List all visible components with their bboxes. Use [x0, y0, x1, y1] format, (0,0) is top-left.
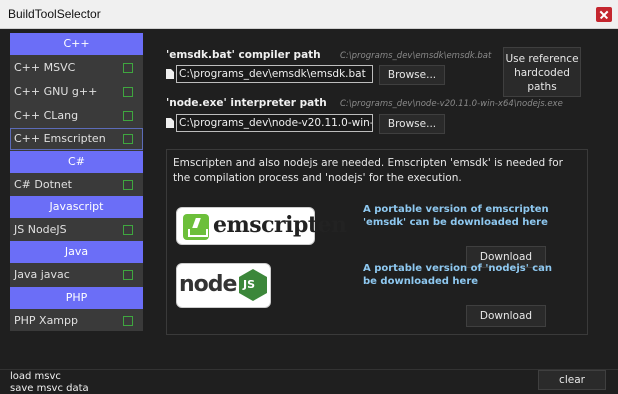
- sidebar-item-php-xampp[interactable]: PHP Xampp: [10, 310, 143, 332]
- reference-button-line: paths: [527, 81, 557, 93]
- sidebar-item-cpp-msvc[interactable]: C++ MSVC: [10, 57, 143, 79]
- nodejs-logo-text: node: [179, 272, 237, 297]
- sidebar-header-php[interactable]: PHP: [10, 287, 143, 309]
- checkbox[interactable]: [123, 63, 133, 73]
- sidebar-item-label: C++ MSVC: [14, 61, 76, 74]
- sidebar-item-csharp-dotnet[interactable]: C# Dotnet: [10, 174, 143, 196]
- sidebar-item-cpp-clang[interactable]: C++ CLang: [10, 105, 143, 127]
- log-area: load msvc save msvc data clear: [0, 369, 618, 394]
- sidebar-header-javascript[interactable]: Javascript: [10, 196, 143, 218]
- checkbox[interactable]: [123, 316, 133, 326]
- js-hexagon-icon: JS: [239, 269, 267, 301]
- file-icon: [166, 118, 174, 128]
- checkbox[interactable]: [123, 225, 133, 235]
- checkbox[interactable]: [123, 134, 133, 144]
- sidebar: C++ C++ MSVC C++ GNU g++ C++ CLang C++ E…: [10, 33, 143, 331]
- emscripten-download-text: A portable version of emscripten 'emsdk'…: [363, 204, 549, 228]
- sidebar-header-java[interactable]: Java: [10, 241, 143, 263]
- sidebar-item-label: Java javac: [14, 268, 70, 281]
- clear-button[interactable]: clear: [538, 370, 606, 390]
- use-reference-paths-button[interactable]: Use reference hardcoded paths: [503, 47, 581, 97]
- title-bar: BuildToolSelector: [0, 0, 618, 29]
- checkbox[interactable]: [123, 270, 133, 280]
- main-area: C++ C++ MSVC C++ GNU g++ C++ CLang C++ E…: [0, 29, 618, 369]
- log-line: save msvc data: [10, 383, 89, 394]
- checkbox[interactable]: [123, 111, 133, 121]
- sidebar-item-label: C# Dotnet: [14, 178, 72, 191]
- emscripten-logo-text: emscripten: [213, 212, 347, 238]
- info-text: Emscripten and also nodejs are needed. E…: [173, 157, 563, 184]
- sidebar-item-label: C++ GNU g++: [14, 85, 98, 98]
- js-badge-text: JS: [243, 278, 256, 291]
- reference-button-line: hardcoded: [514, 67, 570, 79]
- reference-button-line: Use reference: [505, 53, 579, 65]
- nodejs-download-text: A portable version of 'nodejs' can be do…: [363, 263, 553, 287]
- interpreter-path-label: 'node.exe' interpreter path: [166, 97, 327, 109]
- sidebar-header-cpp[interactable]: C++: [10, 33, 143, 55]
- interpreter-path-hint: C:\programs_dev\node-v20.11.0-win-x64\no…: [340, 99, 563, 109]
- sidebar-item-label: C++ Emscripten: [14, 132, 106, 145]
- interpreter-path-input[interactable]: C:\programs_dev\node-v20.11.0-win-x64\no…: [176, 114, 373, 132]
- emscripten-icon: [183, 214, 209, 240]
- emscripten-logo: emscripten: [176, 207, 347, 245]
- log-line: load msvc: [10, 371, 61, 382]
- nodejs-download-button[interactable]: Download: [466, 305, 546, 327]
- sidebar-item-js-nodejs[interactable]: JS NodeJS: [10, 219, 143, 241]
- compiler-path-hint: C:\programs_dev\emsdk\emsdk.bat: [340, 51, 492, 61]
- interpreter-browse-button[interactable]: Browse...: [379, 114, 445, 134]
- sidebar-item-java-javac[interactable]: Java javac: [10, 264, 143, 286]
- info-panel: Emscripten and also nodejs are needed. E…: [166, 149, 588, 335]
- sidebar-item-label: PHP Xampp: [14, 314, 78, 327]
- close-icon[interactable]: [596, 7, 612, 22]
- file-icon: [166, 69, 174, 79]
- sidebar-item-label: JS NodeJS: [14, 223, 67, 236]
- window-title: BuildToolSelector: [8, 7, 101, 21]
- checkbox[interactable]: [123, 180, 133, 190]
- compiler-path-label: 'emsdk.bat' compiler path: [166, 49, 321, 61]
- sidebar-item-cpp-gnu[interactable]: C++ GNU g++: [10, 81, 143, 103]
- sidebar-header-csharp[interactable]: C#: [10, 151, 143, 173]
- compiler-path-input[interactable]: C:\programs_dev\emsdk\emsdk.bat: [176, 65, 373, 83]
- checkbox[interactable]: [123, 87, 133, 97]
- sidebar-item-label: C++ CLang: [14, 109, 79, 122]
- nodejs-logo: node JS: [176, 263, 271, 308]
- compiler-browse-button[interactable]: Browse...: [379, 65, 445, 85]
- sidebar-item-cpp-emscripten[interactable]: C++ Emscripten: [10, 128, 143, 150]
